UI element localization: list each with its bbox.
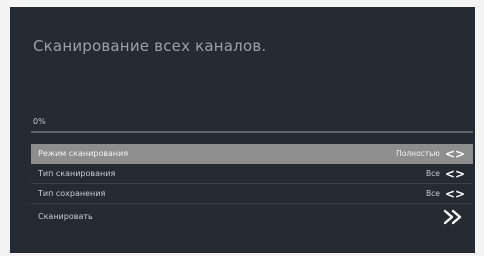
menu-item-label: Сканировать: [38, 212, 93, 221]
left-right-arrows-icon[interactable]: <>: [445, 184, 465, 204]
menu-item-scan-type[interactable]: Тип сканирования Все <>: [31, 164, 473, 184]
page-title: Сканирование всех каналов.: [33, 37, 267, 55]
menu-item-label: Тип сканирования: [38, 169, 116, 178]
menu-item-label: Тип сохранения: [38, 189, 106, 198]
progress-percent: 0%: [33, 117, 46, 126]
menu-item-value: Полностью: [396, 149, 440, 158]
scan-settings-menu: Режим сканирования Полностью <> Тип скан…: [31, 144, 473, 230]
menu-item-scan[interactable]: Сканировать: [31, 204, 473, 230]
menu-item-value: Все: [426, 189, 440, 198]
double-chevron-right-icon[interactable]: [443, 209, 465, 225]
progress-bar: [31, 131, 473, 133]
left-right-arrows-icon[interactable]: <>: [445, 144, 465, 164]
left-right-arrows-icon[interactable]: <>: [445, 164, 465, 184]
menu-item-save-type[interactable]: Тип сохранения Все <>: [31, 184, 473, 204]
menu-item-label: Режим сканирования: [38, 149, 129, 158]
tv-screen: Сканирование всех каналов. 0% Режим скан…: [10, 7, 475, 253]
menu-item-scan-mode[interactable]: Режим сканирования Полностью <>: [31, 144, 473, 164]
menu-item-value: Все: [426, 169, 440, 178]
